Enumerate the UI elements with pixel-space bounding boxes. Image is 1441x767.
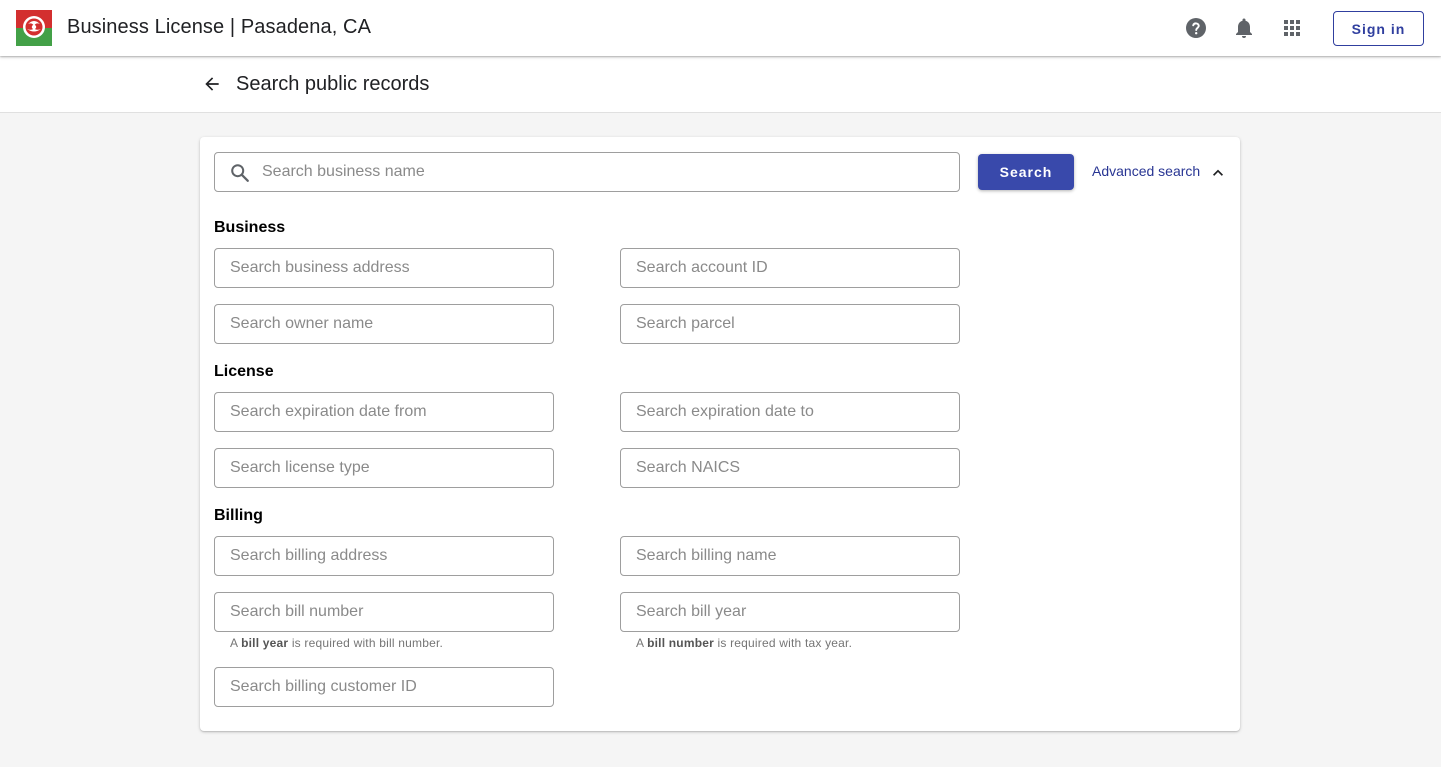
license-type-input[interactable]: [215, 449, 553, 487]
apps-grid-icon[interactable]: [1280, 16, 1304, 40]
business-name-search-input[interactable]: [262, 153, 952, 191]
billing-customer-id-input[interactable]: [215, 668, 553, 706]
expiration-from-input[interactable]: [215, 393, 553, 431]
hint-emphasis: bill number: [647, 636, 714, 650]
search-button[interactable]: Search: [978, 154, 1074, 190]
billing-address-input[interactable]: [215, 537, 553, 575]
hint-text: A: [230, 636, 238, 650]
section-label-license: License: [214, 363, 274, 380]
help-icon[interactable]: [1184, 16, 1208, 40]
expiration-to-field: [620, 392, 960, 432]
business-address-field: [214, 248, 554, 288]
hint-text: is required with tax year.: [717, 636, 853, 650]
naics-input[interactable]: [621, 449, 959, 487]
owner-name-field: [214, 304, 554, 344]
bill-number-input[interactable]: [215, 593, 553, 631]
page-header: Search public records: [0, 56, 1441, 113]
advanced-search-toggle[interactable]: Advanced search: [1092, 163, 1200, 179]
pasadena-rose-logo[interactable]: [16, 10, 52, 46]
parcel-field: [620, 304, 960, 344]
billing-customer-id-field: [214, 667, 554, 707]
app-bar: Business License | Pasadena, CA Sign in: [0, 0, 1441, 56]
parcel-input[interactable]: [621, 305, 959, 343]
page-title: Search public records: [236, 73, 430, 95]
section-label-billing: Billing: [214, 507, 263, 524]
sign-in-button[interactable]: Sign in: [1333, 11, 1424, 46]
search-card: Search Advanced search Business License …: [200, 137, 1240, 731]
bell-icon[interactable]: [1232, 16, 1256, 40]
section-label-business: Business: [214, 219, 286, 236]
owner-name-input[interactable]: [215, 305, 553, 343]
bill-year-field: [620, 592, 960, 632]
search-icon: [231, 164, 249, 182]
bill-number-field: [214, 592, 554, 632]
expiration-to-input[interactable]: [621, 393, 959, 431]
billing-address-field: [214, 536, 554, 576]
app-title: Business License | Pasadena, CA: [67, 16, 372, 38]
hint-emphasis: bill year: [241, 636, 289, 650]
bill-year-input[interactable]: [621, 593, 959, 631]
license-type-field: [214, 448, 554, 488]
bill-year-hint: A bill number is required with tax year.: [636, 636, 852, 650]
arrow-back-icon[interactable]: [200, 72, 224, 96]
hint-text: is required with bill number.: [291, 636, 444, 650]
billing-name-field: [620, 536, 960, 576]
account-id-input[interactable]: [621, 249, 959, 287]
chevron-up-icon[interactable]: [1208, 163, 1228, 183]
business-name-search-box: [214, 152, 960, 192]
account-id-field: [620, 248, 960, 288]
bill-number-hint: A bill year is required with bill number…: [230, 636, 443, 650]
expiration-from-field: [214, 392, 554, 432]
business-address-input[interactable]: [215, 249, 553, 287]
hint-text: A: [636, 636, 644, 650]
naics-field: [620, 448, 960, 488]
billing-name-input[interactable]: [621, 537, 959, 575]
